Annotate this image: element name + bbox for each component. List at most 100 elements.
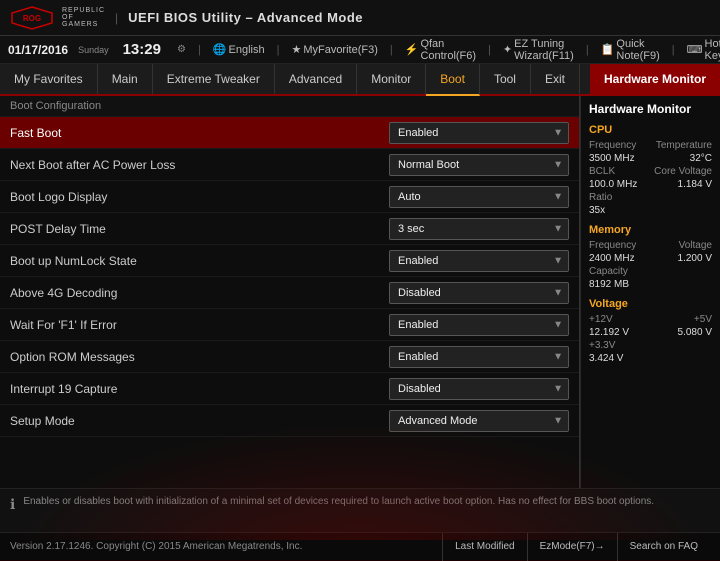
next-boot-dropdown[interactable]: Normal Boot Fast Boot <box>389 154 569 176</box>
asus-logo: ROG REPUBLIC OF GAMERS <box>8 5 105 31</box>
hw-33v-label: +3.3V <box>589 340 712 351</box>
interrupt19-row: Interrupt 19 Capture Disabled Enabled ▼ <box>0 373 579 405</box>
top-bar: ROG REPUBLIC OF GAMERS | UEFI BIOS Utili… <box>0 0 720 36</box>
info-text: Enables or disables boot with initializa… <box>23 495 710 509</box>
hw-corevolt-label: Core Voltage <box>654 166 712 177</box>
numlock-label: Boot up NumLock State <box>10 248 389 274</box>
boot-logo-dropdown[interactable]: Auto Full Screen Disabled <box>389 186 569 208</box>
hw-ratio-label: Ratio <box>589 192 712 203</box>
waitf1-row: Wait For 'F1' If Error Enabled Disabled … <box>0 309 579 341</box>
second-bar: 01/17/2016 Sunday 13:29 ⚙ | 🌐 English | … <box>0 36 720 64</box>
hw-voltage-title: Voltage <box>589 298 712 310</box>
date-display: 01/17/2016 <box>8 43 68 57</box>
myfavorite-btn[interactable]: ★ MyFavorite(F3) <box>291 43 377 56</box>
setupmode-label: Setup Mode <box>10 408 389 434</box>
info-icon: ℹ <box>10 496 15 513</box>
qfan-btn[interactable]: ⚡ Qfan Control(F6) <box>405 38 476 62</box>
numlock-dropdown[interactable]: Enabled Disabled <box>389 250 569 272</box>
optionrom-dropdown[interactable]: Enabled Disabled <box>389 346 569 368</box>
next-boot-label: Next Boot after AC Power Loss <box>10 152 389 178</box>
hw-volt-12-5-labels: +12V +5V <box>589 314 712 325</box>
hw-mem-freq-value: 2400 MHz <box>589 253 635 264</box>
boot-logo-row: Boot Logo Display Auto Full Screen Disab… <box>0 181 579 213</box>
hw-capacity-label: Capacity <box>589 266 712 277</box>
footer-copyright: Version 2.17.1246. Copyright (C) 2015 Am… <box>10 541 302 552</box>
breadcrumb: Boot Configuration <box>0 96 579 117</box>
hardware-monitor-btn[interactable]: Hardware Monitor <box>590 64 720 94</box>
interrupt19-label: Interrupt 19 Capture <box>10 376 389 402</box>
ezmode-btn[interactable]: EzMode(F7)→ <box>527 533 617 561</box>
hw-capacity-value: 8192 MB <box>589 279 712 290</box>
hw-5v-label: +5V <box>694 314 712 325</box>
interrupt19-value-wrap: Disabled Enabled ▼ <box>389 378 569 400</box>
language-btn[interactable]: 🌐 English <box>213 43 265 56</box>
above4g-dropdown[interactable]: Disabled Enabled <box>389 282 569 304</box>
bios-title: UEFI BIOS Utility – Advanced Mode <box>128 10 363 25</box>
hw-33v-value: 3.424 V <box>589 353 712 364</box>
hotkeys-btn[interactable]: ⌨ Hot Keys <box>687 38 720 62</box>
hw-cpu-freq-value: 3500 MHz <box>589 153 635 164</box>
nav-exit[interactable]: Exit <box>531 64 580 94</box>
hw-mem-freq-label: Frequency <box>589 240 636 251</box>
hw-corevolt-value: 1.184 V <box>678 179 712 190</box>
rog-logo-svg: ROG <box>8 5 56 31</box>
setupmode-row: Setup Mode Advanced Mode EZ Mode ▼ <box>0 405 579 437</box>
hw-cpu-freq-temp-values: 3500 MHz 32°C <box>589 153 712 164</box>
republic-line2: OF <box>62 14 105 21</box>
quicknote-btn[interactable]: 📋 Quick Note(F9) <box>601 38 660 62</box>
search-faq-btn[interactable]: Search on FAQ <box>617 533 710 561</box>
post-delay-dropdown[interactable]: 3 sec 1 sec 5 sec <box>389 218 569 240</box>
nav-extreme-tweaker[interactable]: Extreme Tweaker <box>153 64 275 94</box>
waitf1-value-wrap: Enabled Disabled ▼ <box>389 314 569 336</box>
hw-5v-value: 5.080 V <box>678 327 712 338</box>
republic-text: REPUBLIC OF GAMERS <box>62 7 105 28</box>
time-display: 13:29 <box>123 41 161 58</box>
optionrom-value-wrap: Enabled Disabled ▼ <box>389 346 569 368</box>
last-modified-btn[interactable]: Last Modified <box>442 533 526 561</box>
numlock-row: Boot up NumLock State Enabled Disabled ▼ <box>0 245 579 277</box>
nav-main[interactable]: Main <box>98 64 153 94</box>
hw-cpu-temp-label: Temperature <box>656 140 712 151</box>
right-panel: Hardware Monitor CPU Frequency Temperatu… <box>580 96 720 488</box>
hw-ratio-value: 35x <box>589 205 712 216</box>
footer-actions: Last Modified EzMode(F7)→ Search on FAQ <box>442 533 710 561</box>
hw-12v-value: 12.192 V <box>589 327 629 338</box>
setupmode-dropdown[interactable]: Advanced Mode EZ Mode <box>389 410 569 432</box>
hw-cpu-title: CPU <box>589 124 712 136</box>
above4g-row: Above 4G Decoding Disabled Enabled ▼ <box>0 277 579 309</box>
hw-cpu-freq-temp-labels: Frequency Temperature <box>589 140 712 151</box>
post-delay-row: POST Delay Time 3 sec 1 sec 5 sec ▼ <box>0 213 579 245</box>
nav-tool[interactable]: Tool <box>480 64 531 94</box>
left-panel: Boot Configuration Fast Boot Enabled Dis… <box>0 96 580 488</box>
numlock-value-wrap: Enabled Disabled ▼ <box>389 250 569 272</box>
boot-logo-label: Boot Logo Display <box>10 184 389 210</box>
hw-mem-volt-value: 1.200 V <box>678 253 712 264</box>
republic-line1: REPUBLIC <box>62 7 105 14</box>
hw-bclk-label: BCLK <box>589 166 615 177</box>
settings-icon[interactable]: ⚙ <box>177 44 186 55</box>
fast-boot-dropdown[interactable]: Enabled Disabled <box>389 122 569 144</box>
hw-cpu-freq-label: Frequency <box>589 140 636 151</box>
setupmode-value-wrap: Advanced Mode EZ Mode ▼ <box>389 410 569 432</box>
day-display: Sunday <box>78 45 109 55</box>
nav-advanced[interactable]: Advanced <box>275 64 357 94</box>
eztuning-btn[interactable]: ✦ EZ Tuning Wizard(F11) <box>503 38 574 62</box>
waitf1-dropdown[interactable]: Enabled Disabled <box>389 314 569 336</box>
waitf1-label: Wait For 'F1' If Error <box>10 312 389 338</box>
hw-cpu-temp-value: 32°C <box>690 153 712 164</box>
info-bar: ℹ Enables or disables boot with initiali… <box>0 488 720 532</box>
post-delay-label: POST Delay Time <box>10 216 389 242</box>
post-delay-value-wrap: 3 sec 1 sec 5 sec ▼ <box>389 218 569 240</box>
hw-cpu-bclk-vcore-values: 100.0 MHz 1.184 V <box>589 179 712 190</box>
svg-text:ROG: ROG <box>23 14 41 23</box>
hw-volt-12-5-values: 12.192 V 5.080 V <box>589 327 712 338</box>
nav-boot[interactable]: Boot <box>426 64 480 96</box>
fast-boot-value-wrap: Enabled Disabled ▼ <box>389 122 569 144</box>
nav-bar: My Favorites Main Extreme Tweaker Advanc… <box>0 64 720 96</box>
nav-monitor[interactable]: Monitor <box>357 64 426 94</box>
next-boot-value-wrap: Normal Boot Fast Boot ▼ <box>389 154 569 176</box>
nav-my-favorites[interactable]: My Favorites <box>0 64 98 94</box>
interrupt19-dropdown[interactable]: Disabled Enabled <box>389 378 569 400</box>
hw-12v-label: +12V <box>589 314 613 325</box>
hw-memory-title: Memory <box>589 224 712 236</box>
